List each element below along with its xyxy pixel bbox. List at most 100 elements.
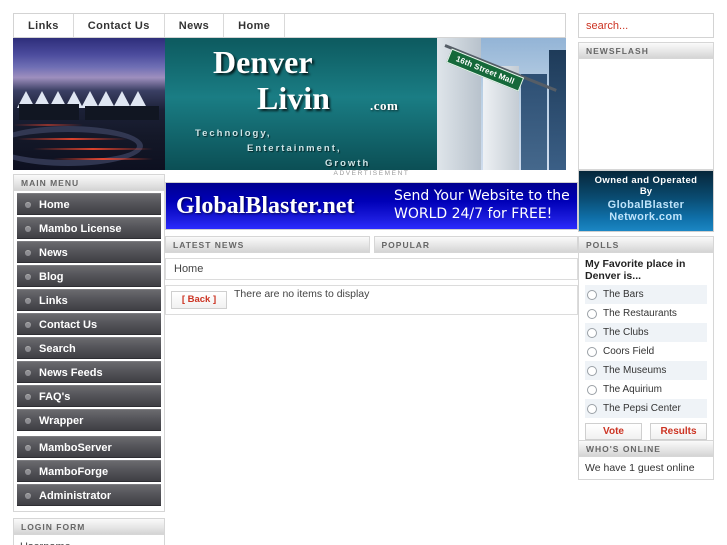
top-navigation-bar: Links Contact Us News Home bbox=[13, 13, 566, 38]
login-form-title: LOGIN FORM bbox=[13, 518, 165, 535]
polls-body: My Favorite place in Denver is... The Ba… bbox=[578, 253, 714, 446]
topnav-filler bbox=[285, 14, 565, 37]
main-menu-list: Home Mambo License News Blog Links Conta… bbox=[13, 191, 165, 512]
sidebar-item-label: Wrapper bbox=[39, 415, 84, 427]
radio-icon[interactable] bbox=[587, 403, 597, 414]
advertisement-banner[interactable]: GlobalBlaster.net Send Your Website to t… bbox=[165, 182, 578, 230]
bullet-icon bbox=[25, 202, 31, 208]
whos-online-module: WHO'S ONLINE We have 1 guest online bbox=[578, 440, 714, 480]
header-tagline-growth: Growth bbox=[325, 158, 371, 169]
poll-option-the-bars[interactable]: The Bars bbox=[585, 285, 707, 304]
login-form-body: Username Password bbox=[13, 535, 165, 545]
tab-latest-news[interactable]: LATEST NEWS bbox=[165, 236, 370, 253]
whos-online-text: We have 1 guest online bbox=[578, 457, 714, 480]
header-title-panel: Denver Livin .com Technology, Entertainm… bbox=[165, 38, 437, 170]
poll-option-the-aquirium[interactable]: The Aquirium bbox=[585, 380, 707, 399]
bullet-icon bbox=[25, 274, 31, 280]
topnav-item-home[interactable]: Home bbox=[224, 14, 286, 37]
owned-line4: Network.com bbox=[609, 211, 683, 223]
radio-icon[interactable] bbox=[587, 365, 597, 376]
search-input[interactable]: search... bbox=[578, 13, 714, 38]
topnav-item-news[interactable]: News bbox=[165, 14, 225, 37]
search-placeholder: search... bbox=[586, 19, 629, 32]
sidebar-item-faqs[interactable]: FAQ's bbox=[17, 385, 161, 407]
header-photo-airport bbox=[13, 38, 165, 170]
poll-option-the-pepsi-center[interactable]: The Pepsi Center bbox=[585, 399, 707, 418]
bullet-icon bbox=[25, 298, 31, 304]
sidebar-item-news-feeds[interactable]: News Feeds bbox=[17, 361, 161, 383]
header-domain-suffix: .com bbox=[370, 98, 399, 113]
poll-option-coors-field[interactable]: Coors Field bbox=[585, 342, 707, 361]
poll-option-the-restaurants[interactable]: The Restaurants bbox=[585, 304, 707, 323]
poll-option-label: The Clubs bbox=[603, 327, 649, 338]
newsflash-body bbox=[578, 59, 714, 170]
owned-line2: By bbox=[639, 186, 653, 197]
radio-icon[interactable] bbox=[587, 327, 597, 338]
newsflash-title: NEWSFLASH bbox=[578, 42, 714, 59]
sidebar-item-home[interactable]: Home bbox=[17, 193, 161, 215]
bullet-icon bbox=[25, 322, 31, 328]
poll-option-the-clubs[interactable]: The Clubs bbox=[585, 323, 707, 342]
radio-icon[interactable] bbox=[587, 308, 597, 319]
sidebar-item-mamboforge[interactable]: MamboForge bbox=[17, 460, 161, 482]
bullet-icon bbox=[25, 370, 31, 376]
radio-icon[interactable] bbox=[587, 384, 597, 395]
whos-online-title: WHO'S ONLINE bbox=[578, 440, 714, 457]
polls-module: POLLS My Favorite place in Denver is... … bbox=[578, 236, 714, 446]
username-label: Username bbox=[20, 541, 158, 545]
sidebar-item-label: Contact Us bbox=[39, 319, 98, 331]
empty-state-message: There are no items to display bbox=[234, 288, 370, 300]
results-button[interactable]: Results bbox=[650, 423, 707, 440]
sidebar-item-label: Links bbox=[39, 295, 68, 307]
sidebar-item-wrapper[interactable]: Wrapper bbox=[17, 409, 161, 431]
bullet-icon bbox=[25, 469, 31, 475]
sidebar-item-links[interactable]: Links bbox=[17, 289, 161, 311]
poll-option-the-museums[interactable]: The Museums bbox=[585, 361, 707, 380]
sidebar-item-search[interactable]: Search bbox=[17, 337, 161, 359]
sidebar-item-label: MamboForge bbox=[39, 466, 109, 478]
back-button[interactable]: [ Back ] bbox=[171, 291, 227, 309]
main-menu-title: MAIN MENU bbox=[13, 174, 165, 191]
ad-brand-text: GlobalBlaster.net bbox=[176, 193, 355, 219]
bullet-icon bbox=[25, 226, 31, 232]
advertisement-label: ADVERTISEMENT bbox=[333, 170, 410, 177]
sidebar-item-label: News bbox=[39, 247, 68, 259]
ad-tagline-line2: WORLD 24/7 for FREE! bbox=[394, 206, 553, 222]
bullet-icon bbox=[25, 346, 31, 352]
main-content-column: LATEST NEWS POPULAR Home [ Back ] There … bbox=[165, 236, 578, 315]
vote-button[interactable]: Vote bbox=[585, 423, 642, 440]
tab-popular[interactable]: POPULAR bbox=[373, 236, 578, 253]
login-form-module: LOGIN FORM Username Password bbox=[13, 518, 165, 545]
bullet-icon bbox=[25, 445, 31, 451]
owned-line1: Owned and Operated bbox=[594, 175, 698, 186]
sidebar-item-contact-us[interactable]: Contact Us bbox=[17, 313, 161, 335]
sidebar-item-label: Home bbox=[39, 199, 70, 211]
header-photo-downtown: 16th Street Mall bbox=[437, 38, 566, 170]
owned-operated-banner[interactable]: Owned and Operated By GlobalBlaster Netw… bbox=[578, 170, 714, 232]
sidebar-item-label: Mambo License bbox=[39, 223, 122, 235]
topnav-item-links[interactable]: Links bbox=[14, 14, 74, 37]
radio-icon[interactable] bbox=[587, 346, 597, 357]
topnav-item-contact-us[interactable]: Contact Us bbox=[74, 14, 165, 37]
poll-option-label: The Bars bbox=[603, 289, 644, 300]
polls-title: POLLS bbox=[578, 236, 714, 253]
site-header-banner: Denver Livin .com Technology, Entertainm… bbox=[13, 38, 566, 170]
sidebar-item-mambo-license[interactable]: Mambo License bbox=[17, 217, 161, 239]
bullet-icon bbox=[25, 250, 31, 256]
sidebar-item-news[interactable]: News bbox=[17, 241, 161, 263]
bullet-icon bbox=[25, 493, 31, 499]
bullet-icon bbox=[25, 394, 31, 400]
content-tab-row: LATEST NEWS POPULAR bbox=[165, 236, 578, 253]
poll-option-label: The Restaurants bbox=[603, 308, 677, 319]
poll-option-label: Coors Field bbox=[603, 346, 655, 357]
header-tagline-entertainment: Entertainment, bbox=[247, 143, 342, 154]
poll-option-label: The Museums bbox=[603, 365, 667, 376]
radio-icon[interactable] bbox=[587, 289, 597, 300]
sidebar-item-mamboserver[interactable]: MamboServer bbox=[17, 436, 161, 458]
content-body: [ Back ] There are no items to display bbox=[165, 285, 578, 315]
sidebar-item-administrator[interactable]: Administrator bbox=[17, 484, 161, 506]
poll-question: My Favorite place in Denver is... bbox=[585, 258, 686, 282]
sidebar-item-blog[interactable]: Blog bbox=[17, 265, 161, 287]
sidebar-item-label: Blog bbox=[39, 271, 64, 283]
sidebar-item-label: News Feeds bbox=[39, 367, 103, 379]
